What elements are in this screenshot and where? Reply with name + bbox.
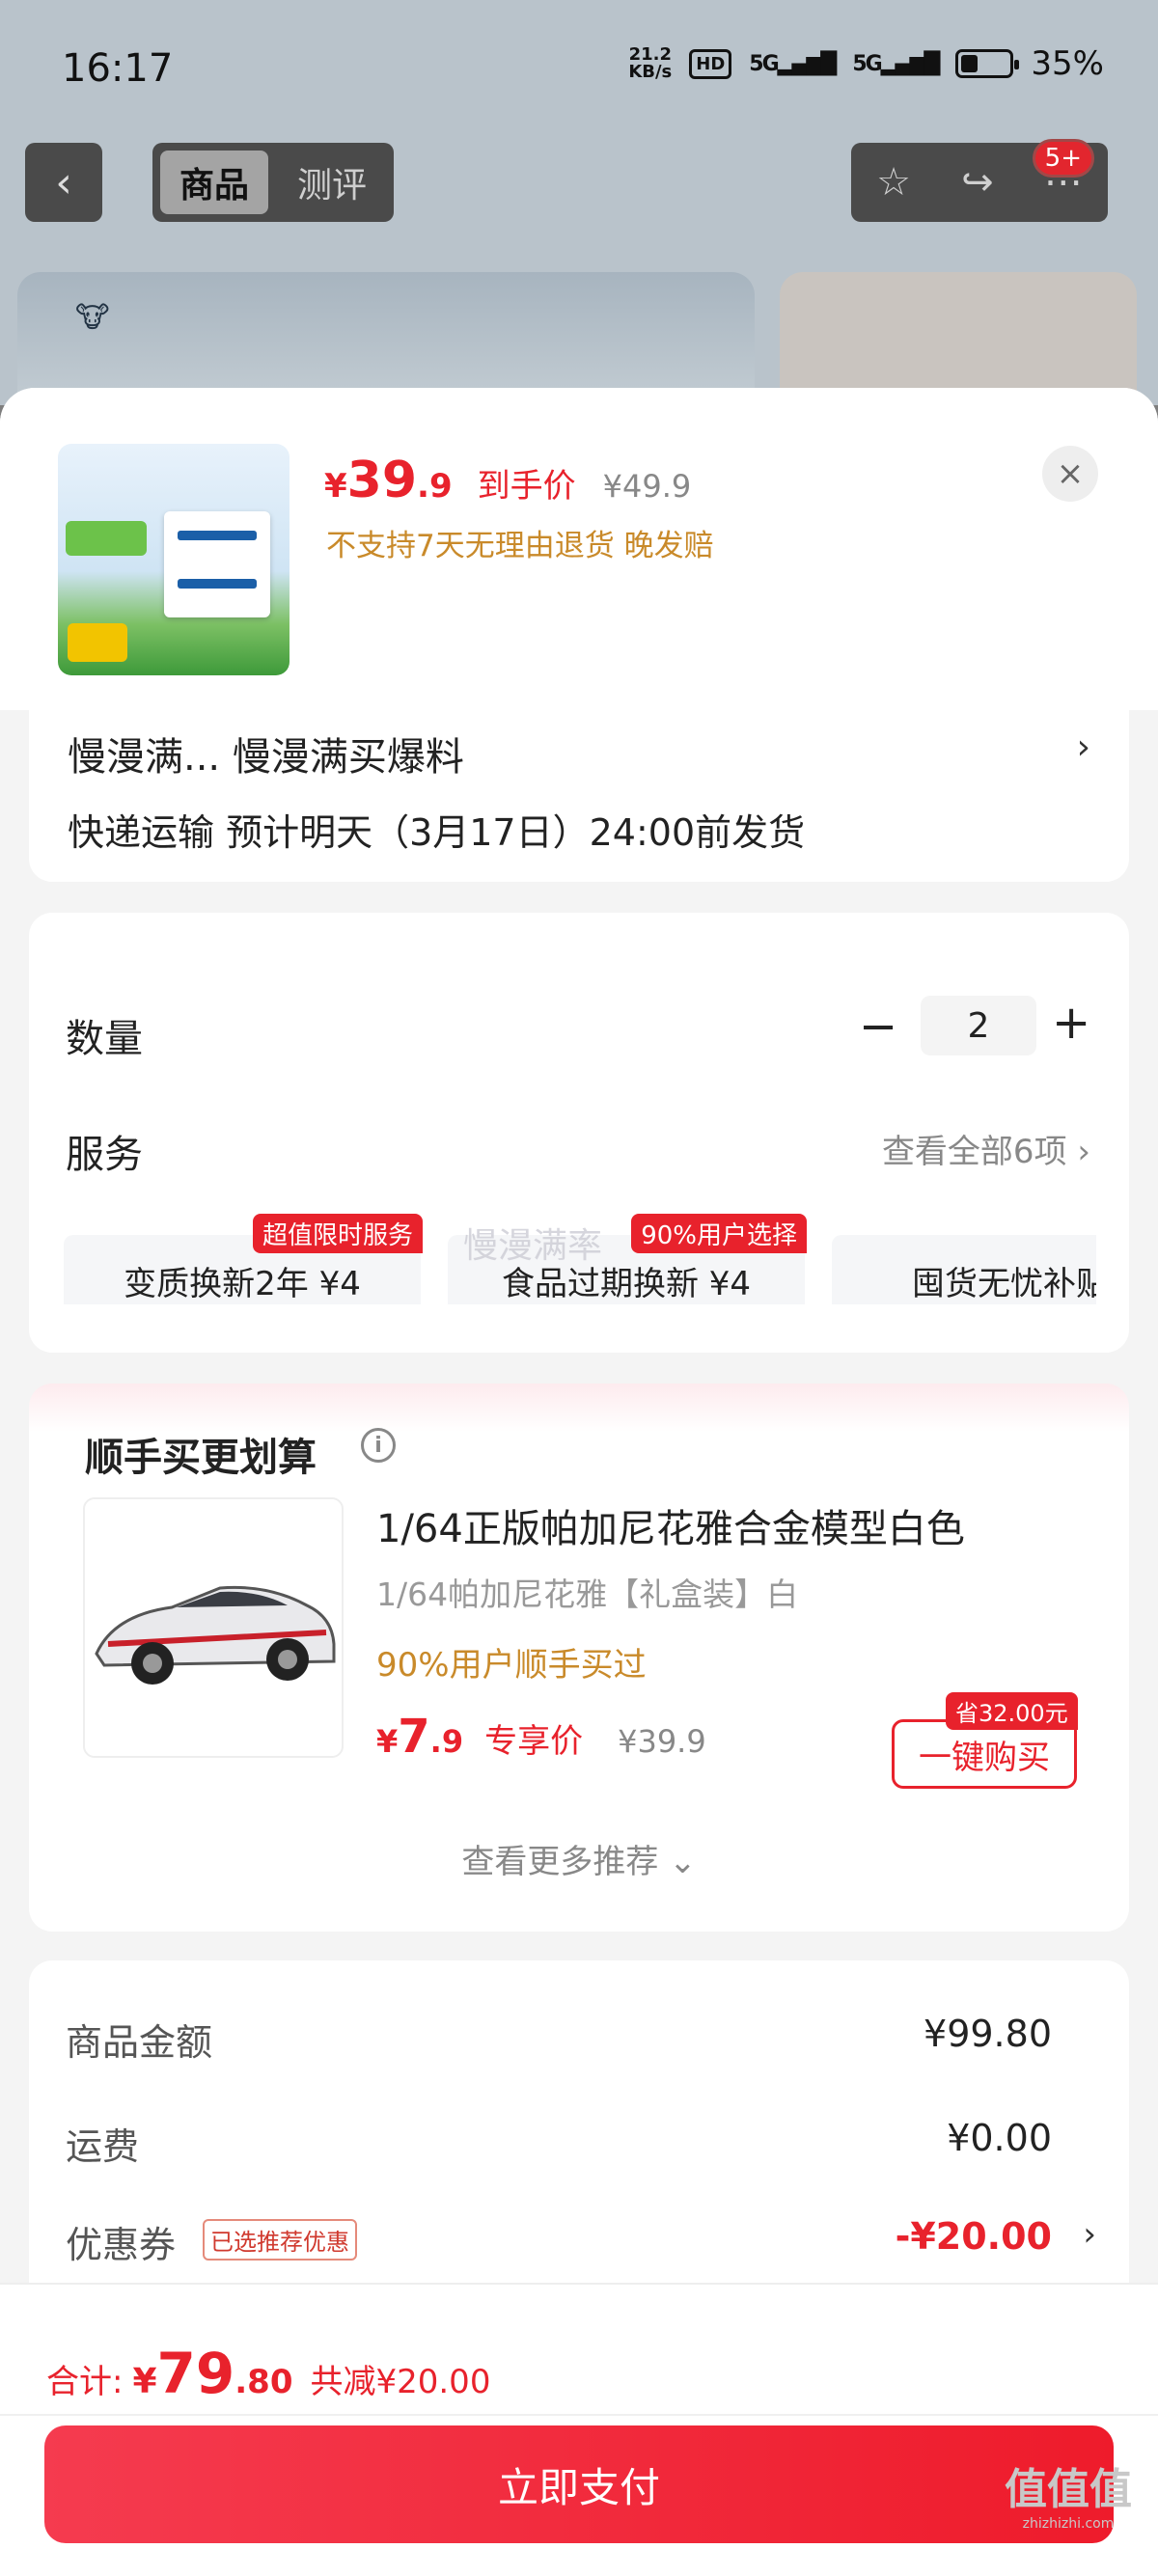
shipping-info: 快递运输 预计明天（3月17日）24:00前发货 [68,811,806,854]
status-bar: 16:17 21.2 KB/s HD 5G▂▄▆█ 5G▂▄▆█ 35% [0,0,1158,135]
chevron-right-icon: › [1077,1133,1090,1171]
service-label: 服务 [66,1133,143,1177]
battery-percent: 35% [1031,44,1104,83]
back-button[interactable]: ‹ [25,143,102,222]
more-recommendations-link[interactable]: 查看更多推荐 ⌄ [29,1835,1129,1882]
info-icon[interactable]: i [361,1428,396,1463]
recommended-product-spec: 1/64帕加尼花雅【礼盒装】白 [376,1576,799,1613]
battery-icon [955,49,1020,78]
fee-row-shipping: 运费 ¥0.00 [66,2117,1052,2168]
network-speed: 21.2 KB/s [628,44,673,82]
watermark: 慢漫满率 [463,1226,603,1266]
close-icon: × [1056,454,1085,493]
signal-icon: 5G▂▄▆█ [749,51,837,76]
product-description[interactable]: 慢漫满... 慢漫满买爆料 [68,726,464,781]
total-savings: 共减¥20.00 [310,2363,491,2401]
return-policy: 不支持7天无理由退货 晚发赔 [326,529,714,563]
original-price: ¥49.9 [602,468,692,505]
bundle-card: 顺手买更划算 i 1/64正版帕加尼花雅合金模型白色 1/64帕加尼花雅【礼盒装… [29,1384,1129,1932]
savings-badge: 省32.00元 [946,1692,1078,1730]
service-option[interactable]: 囤货无忧补贴 [832,1235,1096,1304]
service-badge: 超值限时服务 [252,1214,423,1253]
chevron-left-icon: ‹ [55,157,72,207]
nav-actions: ☆ ↪ ⋯ 5+ [851,139,1108,222]
nav-tabs: 商品 测评 [152,143,394,222]
checkout-footer: 合计: ¥ 79 .80 共减¥20.00 立即支付 值值值 zhizhizhi… [0,2283,1158,2576]
hd-icon: HD [689,48,732,79]
sheet-price: ¥ 39 .9 到手价 ¥49.9 [324,452,692,509]
recommended-product-name[interactable]: 1/64正版帕加尼花雅合金模型白色 [376,1497,965,1553]
purchase-sheet: ¥ 39 .9 到手价 ¥49.9 不支持7天无理由退货 晚发赔 × 慢漫满..… [0,388,1158,2576]
car-icon [95,1585,336,1685]
plus-icon[interactable]: + [1052,996,1090,1050]
service-badge: 90%用户选择 [631,1214,807,1253]
service-option[interactable]: 变质换新2年 ¥4 超值限时服务 [64,1214,423,1304]
status-icons: 21.2 KB/s HD 5G▂▄▆█ 5G▂▄▆█ 35% [628,44,1104,83]
pay-now-button[interactable]: 立即支付 [44,2425,1114,2543]
chevron-right-icon[interactable]: › [1077,727,1090,767]
minus-icon[interactable]: − [859,1000,897,1054]
fee-row-coupon[interactable]: 优惠券 已选推荐优惠 -¥20.00 › [66,2215,1096,2273]
quantity-label: 数量 [66,1017,143,1061]
status-time: 16:17 [62,46,174,91]
recommended-product-hint: 90%用户顺手买过 [376,1646,647,1685]
final-price-label: 到手价 [477,467,576,506]
star-icon[interactable]: ☆ [876,160,911,205]
product-thumbnail [58,444,290,675]
brand-logo: 🐮 [75,301,110,335]
recommended-product-image[interactable] [83,1497,344,1758]
order-total: 合计: ¥ 79 .80 共减¥20.00 [46,2341,491,2406]
product-page-background: 16:17 21.2 KB/s HD 5G▂▄▆█ 5G▂▄▆█ 35% ‹ 商… [0,0,1158,426]
quantity-service-card: 数量 − 2 + 服务 查看全部6项 › 变质换新2年 ¥4 超值限时服务 食品… [29,913,1129,1353]
tab-review[interactable]: 测评 [278,151,386,214]
recommended-product-price: ¥ 7 .9 专享价 ¥39.9 [376,1710,706,1764]
close-button[interactable]: × [1042,446,1098,502]
top-nav: ‹ 商品 测评 ☆ ↪ ⋯ 5+ [0,139,1158,226]
share-icon[interactable]: ↪ [961,160,994,205]
sheet-header: ¥ 39 .9 到手价 ¥49.9 不支持7天无理由退货 晚发赔 × [0,388,1158,710]
tab-product[interactable]: 商品 [160,151,268,214]
coupon-chip: 已选推荐优惠 [203,2219,357,2261]
quantity-stepper[interactable]: 2 [921,996,1036,1055]
fee-row-goods: 商品金额 ¥99.80 [66,2013,1052,2064]
bundle-title: 顺手买更划算 [85,1436,317,1480]
signal-icon: 5G▂▄▆█ [852,51,940,76]
notification-badge: 5+ [1032,139,1094,178]
view-all-services[interactable]: 查看全部6项 › [882,1125,1090,1172]
site-watermark: 值值值 zhizhizhi.com [1005,2465,1132,2532]
chevron-right-icon: › [1083,2215,1096,2254]
